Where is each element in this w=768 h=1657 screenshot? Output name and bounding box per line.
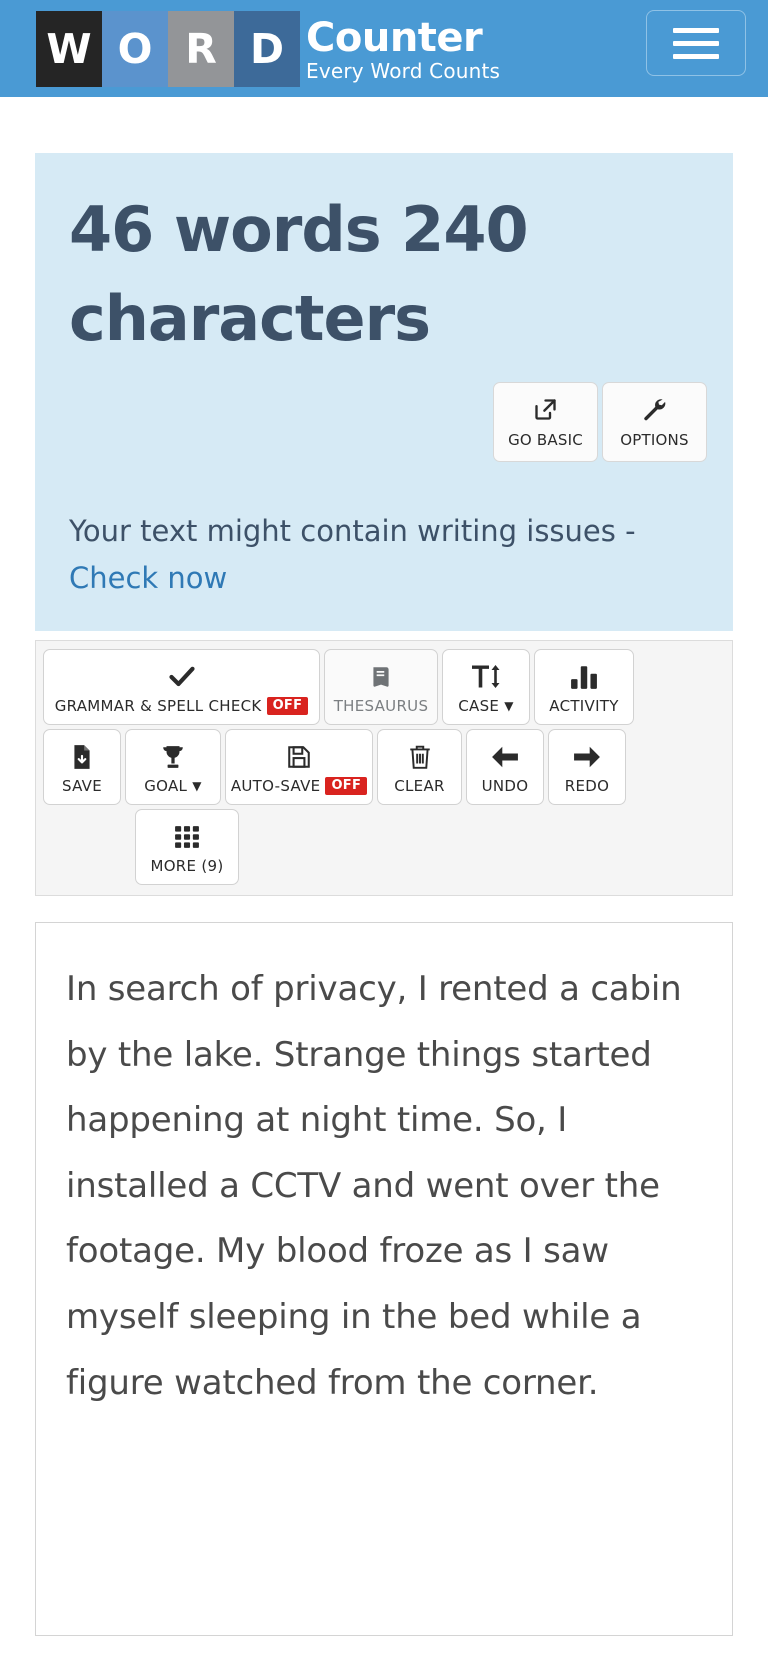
- thesaurus-label-text: THESAURUS: [333, 696, 429, 715]
- check-icon: [168, 662, 196, 692]
- undo-button[interactable]: UNDO: [466, 729, 544, 805]
- word-count-panel: 46 words 240 characters GO BASIC OPTIONS…: [35, 153, 733, 632]
- goal-button[interactable]: GOAL ▼: [125, 729, 221, 805]
- toolbar-row-1: GRAMMAR & SPELL CHECK OFF THESAURUS CASE…: [43, 649, 725, 725]
- auto-save-off-badge: OFF: [325, 776, 368, 795]
- thesaurus-button[interactable]: THESAURUS: [324, 649, 438, 725]
- brand-name: Counter: [306, 14, 483, 61]
- undo-label: UNDO: [482, 777, 529, 795]
- goal-label-text: GOAL: [144, 776, 188, 795]
- hamburger-bar: [673, 40, 719, 46]
- clear-label-text: CLEAR: [394, 776, 445, 795]
- hamburger-bar: [673, 27, 719, 33]
- word-logo-blocks: W O R D: [36, 10, 300, 87]
- goal-label: GOAL ▼: [144, 777, 202, 795]
- save-button[interactable]: SAVE: [43, 729, 121, 805]
- grammar-spell-check-label: GRAMMAR & SPELL CHECK OFF: [54, 696, 309, 715]
- check-now-link[interactable]: Check now: [69, 561, 227, 595]
- clear-button[interactable]: CLEAR: [377, 729, 462, 805]
- more-button[interactable]: MORE (9): [135, 809, 239, 885]
- arrow-right-icon: [573, 742, 601, 772]
- hamburger-bar: [673, 53, 719, 59]
- panel-action-buttons: GO BASIC OPTIONS: [69, 381, 707, 462]
- toolbar-row-2: SAVE GOAL ▼ AUTO-SAVE OFF CLEAR UNDO RED…: [43, 729, 725, 805]
- issues-dash: -: [625, 513, 636, 548]
- activity-label-text: ACTIVITY: [549, 696, 619, 715]
- writing-issues-notice: Your text might contain writing issues -…: [69, 508, 699, 602]
- clear-label: CLEAR: [394, 777, 445, 795]
- options-label: OPTIONS: [620, 430, 689, 449]
- chevron-down-icon: ▼: [192, 778, 202, 793]
- logo-block-d: D: [234, 10, 300, 87]
- grammar-off-badge: OFF: [266, 696, 309, 715]
- undo-label-text: UNDO: [481, 776, 529, 795]
- book-icon: [368, 662, 394, 692]
- auto-save-label-text: AUTO-SAVE: [230, 776, 321, 795]
- save-label-text: SAVE: [61, 776, 103, 795]
- brand-tagline: Every Word Counts: [306, 58, 501, 83]
- grammar-label-text: GRAMMAR & SPELL CHECK: [54, 696, 262, 715]
- bar-chart-icon: [570, 662, 598, 692]
- writing-issues-text: Your text might contain writing issues: [69, 513, 616, 548]
- grid-icon: [174, 822, 200, 852]
- wrench-icon: [641, 395, 668, 425]
- redo-label-text: REDO: [564, 776, 610, 795]
- chevron-down-icon: ▼: [504, 698, 514, 713]
- logo-block-r: R: [168, 10, 234, 87]
- go-basic-button[interactable]: GO BASIC: [493, 381, 598, 462]
- toolbar-row-3: MORE (9): [135, 809, 725, 885]
- page-title: 46 words 240 characters: [69, 193, 529, 356]
- external-link-icon: [532, 395, 559, 425]
- auto-save-button[interactable]: AUTO-SAVE OFF: [225, 729, 373, 805]
- go-basic-label: GO BASIC: [508, 430, 583, 449]
- options-button[interactable]: OPTIONS: [602, 381, 707, 462]
- trash-icon: [408, 742, 432, 772]
- redo-label: REDO: [565, 777, 609, 795]
- site-header: W O R D Counter Every Word Counts: [0, 0, 768, 97]
- activity-button[interactable]: ACTIVITY: [534, 649, 634, 725]
- arrow-left-icon: [491, 742, 519, 772]
- trophy-icon: [160, 742, 186, 772]
- logo-block-o: O: [102, 10, 168, 87]
- brand-text: Counter Every Word Counts: [306, 11, 500, 87]
- thesaurus-label: THESAURUS: [334, 697, 429, 715]
- text-editor-area[interactable]: In search of privacy, I rented a cabin b…: [35, 922, 733, 1636]
- brand-logo[interactable]: W O R D Counter Every Word Counts: [36, 10, 500, 87]
- editor-toolbar: GRAMMAR & SPELL CHECK OFF THESAURUS CASE…: [35, 640, 733, 896]
- editor-content[interactable]: In search of privacy, I rented a cabin b…: [66, 957, 702, 1416]
- save-label: SAVE: [62, 777, 102, 795]
- logo-block-w: W: [36, 10, 102, 87]
- floppy-disk-icon: [286, 742, 312, 772]
- case-label-text: CASE: [458, 696, 500, 715]
- case-button[interactable]: CASE ▼: [442, 649, 530, 725]
- more-label: MORE (9): [150, 857, 223, 875]
- grammar-spell-check-button[interactable]: GRAMMAR & SPELL CHECK OFF: [43, 649, 320, 725]
- activity-label: ACTIVITY: [549, 697, 618, 715]
- hamburger-icon[interactable]: [646, 10, 746, 76]
- redo-button[interactable]: REDO: [548, 729, 626, 805]
- text-height-icon: [471, 662, 501, 692]
- more-label-text: MORE (9): [150, 856, 224, 875]
- file-download-icon: [69, 742, 95, 772]
- case-label: CASE ▼: [458, 697, 513, 715]
- auto-save-label: AUTO-SAVE OFF: [230, 776, 368, 795]
